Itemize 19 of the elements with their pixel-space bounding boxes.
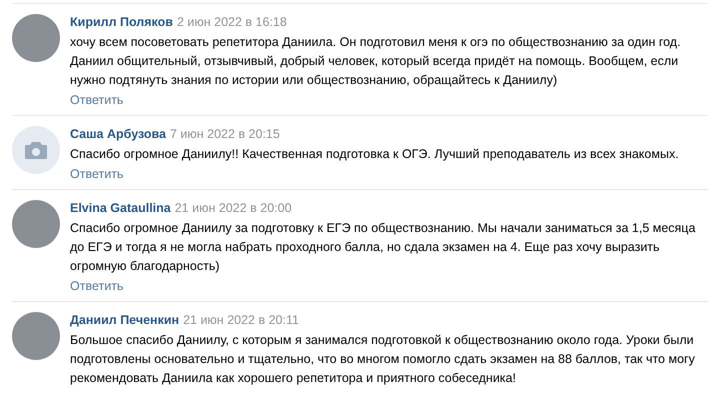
comment-date[interactable]: 21 июн 2022 в 20:00 [174,200,292,217]
reply-link[interactable]: Ответить [70,278,124,295]
author-name[interactable]: Даниил Печенкин [70,312,180,329]
author-name[interactable]: Саша Арбузова [70,126,166,143]
comment-date[interactable]: 21 июн 2022 в 20:11 [183,312,299,329]
avatar-photo[interactable] [12,200,60,248]
comment-text: Спасибо огромное Даниилу!! Качественная подготовка к ОГЭ. Лучший преподаватель из всех знакомых. [70,146,680,163]
comment-date[interactable]: 7 июн 2022 в 20:15 [170,126,280,143]
comment-date[interactable]: 2 июн 2022 в 16:18 [176,14,287,31]
avatar-photo[interactable] [12,14,60,62]
comment-text: Большое спасибо Даниилу, с которым я занимался подготовкой к обществознанию около года. Уроки были подготовлены основательно и тщательно, что во многом помогло сдать экзамен на 88 баллов, так что могу рекомендовать Даниила как хорошего репетитора и приятного собеседника! [70,332,696,387]
author-name[interactable]: Elvina Gataullina [70,200,171,217]
reply-link[interactable]: Ответить [70,166,124,183]
author-name[interactable]: Кирилл Поляков [70,14,173,31]
reply-link[interactable]: Ответить [70,92,124,109]
comment-text: Спасибо огромное Даниилу за подготовку к ЕГЭ по обществознанию. Мы начали заниматься за 1,5 месяца до ЕГЭ и тогда я не могла набрать проходного балла, но сдала экзамен на 4. Еще раз хочу выразить огромную благодарность) [70,220,696,275]
comment-text: хочу всем посоветовать репетитора Даниила. Он подготовил меня к огэ по обществознанию за один год. Даниил общительный, отзывчивый, добрый человек, который всегда придёт на помощь. Вообщем, если нужно подтянуть знания по истории или обществознанию, обращайтесь к Даниилу) [70,34,682,89]
avatar-photo[interactable] [12,312,60,360]
camera-icon [24,140,48,160]
